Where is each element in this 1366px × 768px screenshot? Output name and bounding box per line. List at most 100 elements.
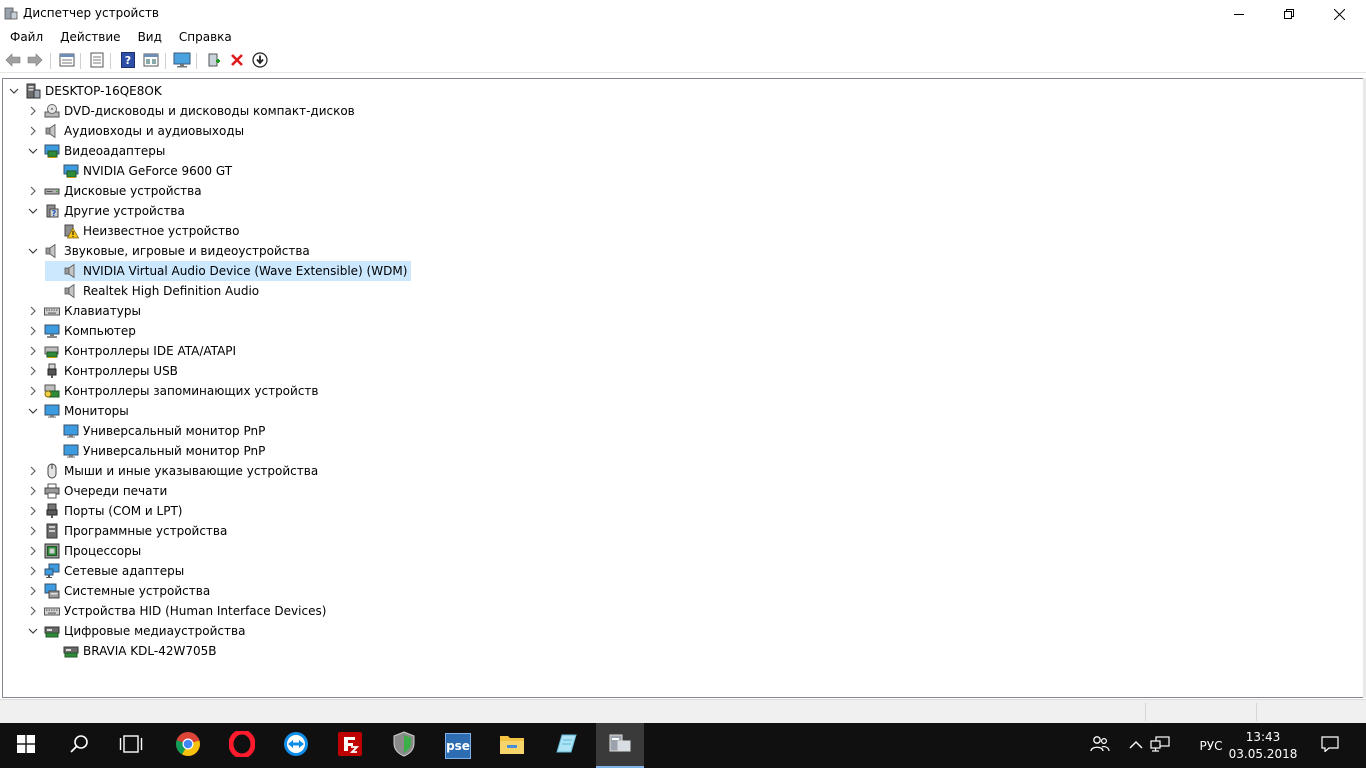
monitor-icon [63, 423, 79, 439]
expand-chevron-right-icon[interactable] [26, 481, 40, 501]
tree-device-realtek-high-definition-audio[interactable]: Realtek High Definition Audio [45, 281, 263, 301]
monitor-icon [173, 52, 191, 71]
tree-category-системные-устройства[interactable]: Системные устройства [26, 581, 214, 601]
collapse-chevron-down-icon[interactable] [26, 401, 40, 421]
network-tray-button[interactable] [1149, 723, 1171, 768]
notepad-taskbar-button[interactable] [542, 723, 590, 768]
view-button[interactable] [142, 52, 160, 70]
people-button[interactable] [1087, 723, 1113, 768]
tree-category-аудиовходы-и-аудиовыходы[interactable]: Аудиовходы и аудиовыходы [26, 121, 248, 141]
window-title: Диспетчер устройств [23, 6, 160, 20]
remove-device-button[interactable] [228, 52, 246, 70]
expand-chevron-right-icon[interactable] [26, 101, 40, 121]
tree-device-универсальный-монитор-pnp[interactable]: Универсальный монитор PnP [45, 441, 269, 461]
task-view-button[interactable] [107, 723, 155, 768]
collapse-chevron-down-icon[interactable] [26, 241, 40, 261]
expand-chevron-right-icon[interactable] [26, 541, 40, 561]
expand-chevron-right-icon[interactable] [26, 381, 40, 401]
tree-category-контроллеры-ide-ata-atapi[interactable]: Контроллеры IDE ATA/ATAPI [26, 341, 240, 361]
tree-device-универсальный-монитор-pnp[interactable]: Универсальный монитор PnP [45, 421, 269, 441]
search-button[interactable] [55, 723, 103, 768]
collapse-chevron-down-icon[interactable] [26, 621, 40, 641]
tree-device-nvidia-virtual-audio-device-wave-extensi[interactable]: NVIDIA Virtual Audio Device (Wave Extens… [45, 261, 412, 281]
action-center-button[interactable] [1316, 723, 1344, 768]
tree-category-мониторы[interactable]: Мониторы [26, 401, 133, 421]
minimize-button[interactable] [1216, 0, 1262, 28]
expand-chevron-right-icon[interactable] [26, 181, 40, 201]
expand-chevron-right-icon[interactable] [26, 121, 40, 141]
tree-category-контроллеры-запоминающих-устройств[interactable]: Контроллеры запоминающих устройств [26, 381, 322, 401]
scan-hardware-button[interactable] [173, 52, 191, 70]
tree-category-мыши-и-иные-указывающие-устройства[interactable]: Мыши и иные указывающие устройства [26, 461, 322, 481]
tree-category-очереди-печати[interactable]: Очереди печати [26, 481, 171, 501]
close-button[interactable] [1316, 0, 1362, 28]
expand-chevron-right-icon[interactable] [26, 581, 40, 601]
media-device-icon [44, 623, 60, 639]
tree-category-программные-устройства[interactable]: Программные устройства [26, 521, 231, 541]
tree-category-сетевые-адаптеры[interactable]: Сетевые адаптеры [26, 561, 188, 581]
tree-category-dvd-дисководы-и-дисководы-компакт-дисков[interactable]: DVD-дисководы и дисководы компакт-дисков [26, 101, 359, 121]
device-tree[interactable]: DESKTOP-16QE8OK DVD-дисководы и дисководы… [2, 78, 1366, 698]
expand-chevron-right-icon[interactable] [26, 561, 40, 581]
expand-chevron-right-icon[interactable] [26, 521, 40, 541]
opera-taskbar-button[interactable] [218, 723, 266, 768]
tree-category-цифровые-медиаустройства[interactable]: Цифровые медиаустройства [26, 621, 249, 641]
tree-category-другие-устройства[interactable]: ? Другие устройства [26, 201, 189, 221]
start-button[interactable] [2, 723, 50, 768]
expand-chevron-right-icon[interactable] [26, 501, 40, 521]
expand-chevron-right-icon[interactable] [26, 301, 40, 321]
tree-category-звуковые-игровые-и-видеоустройства[interactable]: Звуковые, игровые и видеоустройства [26, 241, 314, 261]
collapse-chevron-down-icon[interactable] [26, 201, 40, 221]
chrome-taskbar-button[interactable] [164, 723, 212, 768]
tree-item-label: Порты (COM и LPT) [64, 504, 183, 518]
svg-text:?: ? [52, 209, 57, 218]
file-explorer-taskbar-button[interactable] [488, 723, 536, 768]
collapse-chevron-down-icon[interactable] [26, 141, 40, 161]
update-driver-button[interactable] [251, 51, 269, 70]
tree-category-компьютер[interactable]: Компьютер [26, 321, 140, 341]
vpn-taskbar-button[interactable] [380, 723, 428, 768]
tree-category-видеоадаптеры[interactable]: Видеоадаптеры [26, 141, 169, 161]
pse-taskbar-button[interactable]: pse [434, 723, 482, 768]
teamviewer-taskbar-button[interactable] [272, 723, 320, 768]
tree-item-label: Процессоры [64, 544, 142, 558]
filezilla-icon [338, 732, 362, 759]
clock[interactable]: 13:43 03.05.2018 [1223, 729, 1303, 763]
tree-device-неизвестное-устройство[interactable]: Неизвестное устройство [45, 221, 243, 241]
add-driver-button[interactable] [205, 52, 223, 70]
list-view-button[interactable] [88, 52, 106, 70]
device-manager-app-icon [4, 6, 18, 21]
expand-chevron-right-icon[interactable] [26, 461, 40, 481]
menu-view[interactable]: Вид [128, 28, 169, 48]
maximize-button[interactable] [1266, 0, 1312, 28]
tree-category-клавиатуры[interactable]: Клавиатуры [26, 301, 145, 321]
properties-button[interactable] [58, 52, 76, 70]
tree-category-устройства-hid-human-interface-devices[interactable]: Устройства HID (Human Interface Devices) [26, 601, 330, 621]
remove-device-icon [230, 53, 244, 70]
tree-device-bravia-kdl-42w705b[interactable]: BRAVIA KDL-42W705B [45, 641, 220, 661]
tree-device-nvidia-geforce-9600-gt[interactable]: NVIDIA GeForce 9600 GT [45, 161, 236, 181]
device-manager-taskbar-button[interactable] [596, 723, 644, 768]
back-button[interactable] [4, 52, 22, 70]
tree-item-label: NVIDIA GeForce 9600 GT [83, 164, 233, 178]
tree-category-дисковые-устройства[interactable]: Дисковые устройства [26, 181, 206, 201]
toolbar-separator [80, 53, 81, 69]
show-hidden-icons-button[interactable] [1126, 723, 1146, 768]
expand-chevron-right-icon[interactable] [26, 341, 40, 361]
tree-category-контроллеры-usb[interactable]: Контроллеры USB [26, 361, 182, 381]
help-button[interactable]: ? [119, 51, 137, 70]
menu-help[interactable]: Справка [169, 28, 239, 48]
tree-root-computer[interactable]: DESKTOP-16QE8OK [7, 81, 166, 101]
filezilla-taskbar-button[interactable] [326, 723, 374, 768]
expand-chevron-right-icon[interactable] [26, 601, 40, 621]
expand-chevron-right-icon[interactable] [26, 321, 40, 341]
menu-action[interactable]: Действие [50, 28, 127, 48]
tree-category-процессоры[interactable]: Процессоры [26, 541, 145, 561]
expand-chevron-right-icon[interactable] [26, 361, 40, 381]
tree-category-порты-com-и-lpt[interactable]: Порты (COM и LPT) [26, 501, 186, 521]
collapse-chevron-down-icon[interactable] [7, 81, 21, 101]
title-bar[interactable]: Диспетчер устройств [0, 0, 1366, 28]
menu-file[interactable]: Файл [0, 28, 50, 48]
forward-button[interactable] [26, 52, 44, 70]
